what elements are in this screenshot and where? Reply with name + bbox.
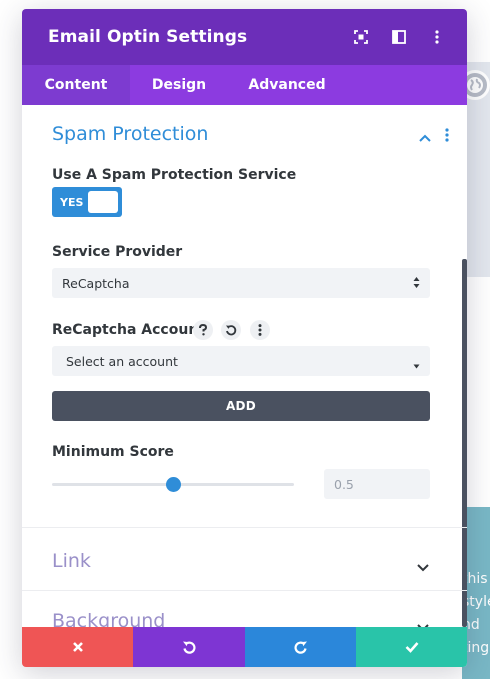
slider-thumb[interactable] bbox=[166, 477, 181, 492]
redo-icon bbox=[294, 641, 307, 654]
tab-design[interactable]: Design bbox=[130, 65, 228, 105]
save-button[interactable] bbox=[356, 627, 467, 667]
modal-header[interactable]: Email Optin Settings bbox=[22, 9, 467, 65]
chevron-down-icon bbox=[413, 357, 420, 372]
recaptcha-account-label: ReCaptcha Account bbox=[52, 322, 205, 338]
section-link[interactable]: Link bbox=[52, 550, 91, 572]
service-provider-value: ReCaptcha bbox=[62, 275, 130, 291]
minimum-score-label: Minimum Score bbox=[52, 444, 174, 460]
help-icon[interactable] bbox=[193, 320, 213, 340]
section-divider bbox=[22, 590, 467, 591]
settings-modal: Email Optin Settings Content Design Adva… bbox=[22, 9, 467, 667]
chevron-down-icon[interactable] bbox=[417, 557, 429, 576]
modal-title: Email Optin Settings bbox=[48, 27, 248, 47]
account-select[interactable]: Select an account bbox=[52, 346, 430, 376]
section-more-icon[interactable] bbox=[445, 127, 449, 146]
modal-footer bbox=[22, 627, 467, 667]
minimum-score-input[interactable]: 0.5 bbox=[324, 469, 430, 499]
tab-bar: Content Design Advanced bbox=[22, 65, 467, 105]
redo-button[interactable] bbox=[245, 627, 356, 667]
use-service-label: Use A Spam Protection Service bbox=[52, 167, 297, 183]
tab-content[interactable]: Content bbox=[22, 65, 130, 105]
chevron-down-icon[interactable] bbox=[417, 617, 429, 627]
undo-icon bbox=[183, 641, 196, 654]
reset-icon[interactable] bbox=[221, 320, 241, 340]
cancel-button[interactable] bbox=[22, 627, 133, 667]
modal-body: Spam Protection Use A Spam Protection Se… bbox=[22, 105, 467, 627]
undo-button[interactable] bbox=[133, 627, 245, 667]
chevron-up-icon[interactable] bbox=[419, 127, 431, 146]
scrollbar[interactable] bbox=[462, 259, 467, 627]
account-select-placeholder: Select an account bbox=[66, 353, 178, 369]
add-account-button[interactable]: ADD bbox=[52, 391, 430, 421]
spam-service-toggle[interactable]: YES bbox=[52, 187, 122, 217]
toggle-text: YES bbox=[60, 195, 84, 209]
select-updown-icon bbox=[413, 276, 420, 292]
check-icon bbox=[405, 642, 418, 653]
toggle-knob bbox=[88, 191, 118, 213]
section-header-spam-protection[interactable]: Spam Protection bbox=[22, 105, 467, 165]
split-view-icon[interactable] bbox=[389, 27, 409, 47]
tab-advanced[interactable]: Advanced bbox=[228, 65, 346, 105]
section-background[interactable]: Background bbox=[52, 610, 165, 627]
fullscreen-icon[interactable] bbox=[351, 27, 371, 47]
section-divider bbox=[22, 527, 467, 528]
service-provider-select[interactable]: ReCaptcha bbox=[52, 268, 430, 298]
close-icon bbox=[72, 642, 83, 652]
minimum-score-slider[interactable] bbox=[52, 477, 294, 492]
section-title: Spam Protection bbox=[52, 123, 209, 145]
service-provider-label: Service Provider bbox=[52, 244, 183, 260]
more-icon[interactable] bbox=[427, 27, 447, 47]
account-more-icon[interactable] bbox=[250, 320, 270, 340]
